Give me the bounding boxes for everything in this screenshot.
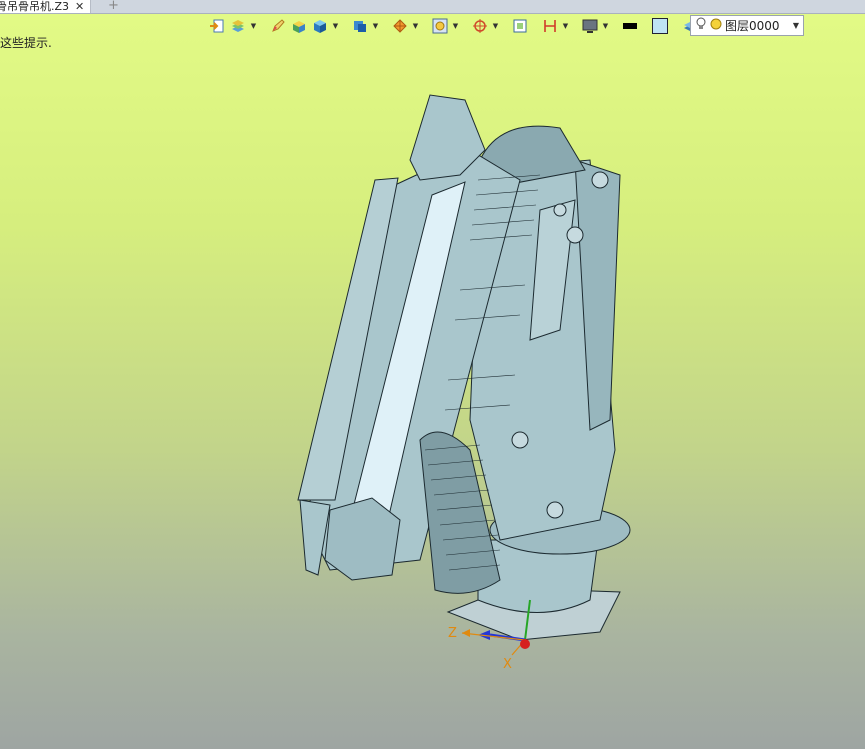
pivot-pin	[546, 501, 564, 519]
axis-z-label: Z	[448, 626, 457, 641]
pivot-pin	[566, 226, 584, 244]
pivot-pin	[553, 203, 567, 217]
pivot-pin	[511, 431, 529, 449]
crane-model	[297, 94, 631, 641]
pivot-pin	[591, 171, 609, 189]
model-viewport[interactable]: Z X	[0, 0, 865, 749]
axis-x-label: X	[503, 657, 512, 672]
